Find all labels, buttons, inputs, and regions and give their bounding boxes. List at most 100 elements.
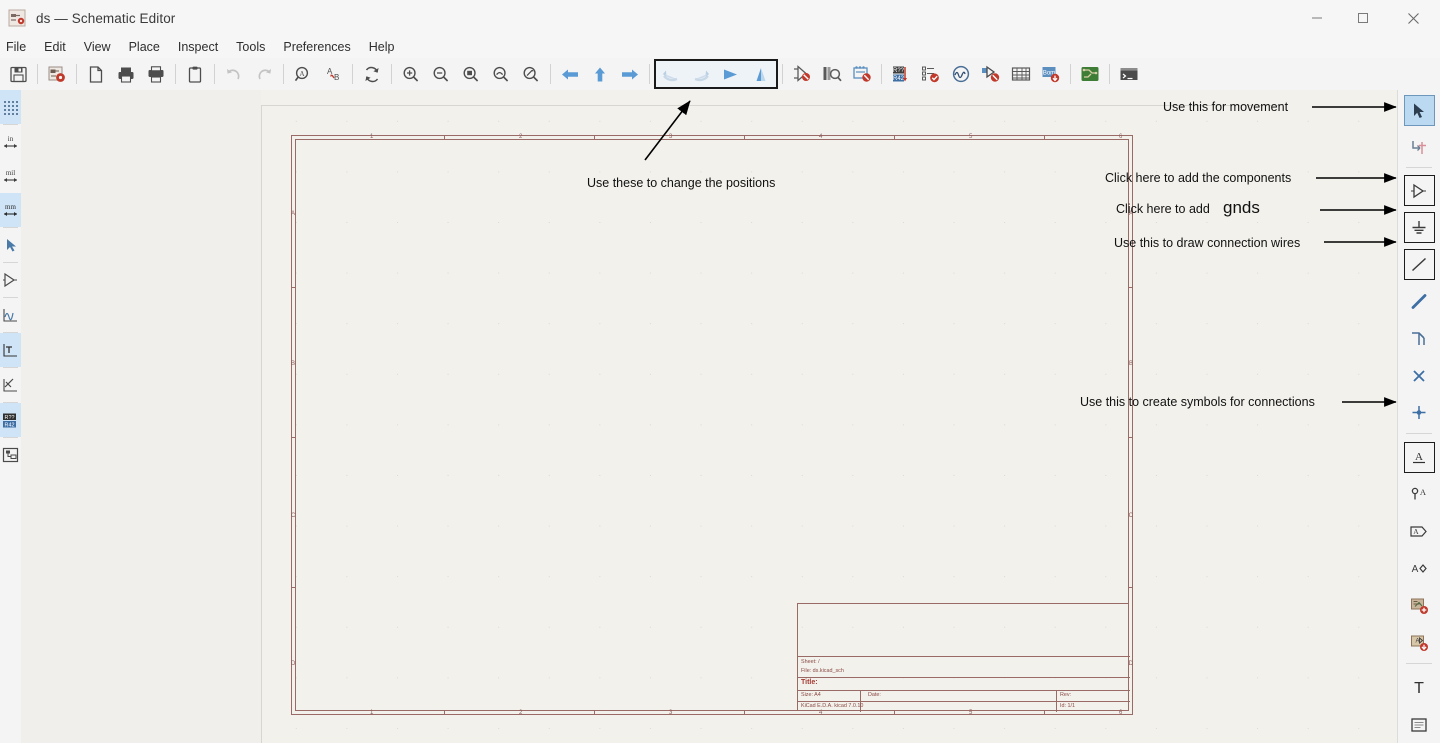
symbol-fields-table-icon[interactable] <box>1006 59 1036 89</box>
title-block-title: Title: <box>801 679 818 686</box>
hierarchy-navigator-icon[interactable] <box>0 438 21 472</box>
hierarchy-panel <box>21 90 261 743</box>
svg-text:R42: R42 <box>893 76 905 82</box>
net-label-icon[interactable]: A <box>1403 442 1435 473</box>
rotate-counterclockwise-icon[interactable] <box>656 59 686 89</box>
hidden-pins-icon[interactable] <box>0 263 21 297</box>
mirror-vertically-icon[interactable] <box>746 59 776 89</box>
print-icon[interactable] <box>111 59 141 89</box>
diagonal-wires-icon[interactable] <box>0 368 21 402</box>
title-block-divider <box>798 701 1130 702</box>
annotate-bus-icon[interactable] <box>0 333 21 367</box>
free-angle-wires-icon[interactable] <box>0 298 21 332</box>
zoom-area-icon[interactable] <box>516 59 546 89</box>
no-connect-flag-icon[interactable] <box>1404 360 1435 391</box>
highlight-net-icon[interactable] <box>1404 132 1435 163</box>
add-symbol-icon[interactable] <box>1403 175 1435 206</box>
menu-preferences[interactable]: Preferences <box>274 38 359 56</box>
window-controls <box>1294 0 1440 36</box>
zoom-out-icon[interactable] <box>426 59 456 89</box>
units-millimeters-icon[interactable]: mm <box>0 193 21 227</box>
title-block-rev: Rev: <box>1060 692 1072 698</box>
junction-icon[interactable] <box>1404 397 1435 428</box>
navigate-back-icon[interactable] <box>555 59 585 89</box>
refresh-icon[interactable] <box>357 59 387 89</box>
units-mils-icon[interactable]: mil <box>0 159 21 193</box>
schematic-setup-icon[interactable] <box>42 59 72 89</box>
generate-bom-icon[interactable]: Bom <box>1036 59 1066 89</box>
navigate-forward-icon[interactable] <box>615 59 645 89</box>
menu-place[interactable]: Place <box>120 38 169 56</box>
import-sheet-pin-icon[interactable]: A <box>1404 627 1435 658</box>
toolbar-separator <box>649 64 650 84</box>
paste-icon[interactable] <box>180 59 210 89</box>
undo-icon[interactable] <box>219 59 249 89</box>
border-tick <box>1129 587 1133 588</box>
border-tick <box>1129 287 1133 288</box>
page-settings-icon[interactable] <box>81 59 111 89</box>
border-tick <box>744 135 745 139</box>
wire-to-bus-entry-icon[interactable] <box>1404 323 1435 354</box>
border-tick <box>1129 437 1133 438</box>
annotate-schematic-icon[interactable] <box>847 59 877 89</box>
rotate-clockwise-icon[interactable] <box>686 59 716 89</box>
add-textbox-icon[interactable] <box>1404 709 1435 740</box>
save-icon[interactable] <box>3 59 33 89</box>
menu-inspect[interactable]: Inspect <box>169 38 227 56</box>
plot-icon[interactable] <box>141 59 171 89</box>
menu-edit[interactable]: Edit <box>35 38 75 56</box>
svg-text:A: A <box>1413 527 1419 536</box>
title-block-kicad: KiCad E.D.A. kicad 7.0.10 <box>801 703 864 709</box>
menu-bar: File Edit View Place Inspect Tools Prefe… <box>0 36 1440 59</box>
app-icon <box>8 9 26 27</box>
navigate-up-icon[interactable] <box>585 59 615 89</box>
zoom-in-icon[interactable] <box>396 59 426 89</box>
minimize-button[interactable] <box>1294 0 1340 36</box>
svg-text:R??: R?? <box>5 414 15 420</box>
symbol-library-browser-icon[interactable] <box>817 59 847 89</box>
toolbar-separator <box>391 64 392 84</box>
toolbar-separator <box>175 64 176 84</box>
menu-file[interactable]: File <box>0 38 35 56</box>
title-block-id: Id: 1/1 <box>1060 703 1075 709</box>
border-col-3: 3 <box>669 134 673 140</box>
net-class-directive-icon[interactable]: A <box>1404 479 1435 510</box>
mirror-horizontally-icon[interactable] <box>716 59 746 89</box>
find-icon[interactable]: A <box>288 59 318 89</box>
scripting-console-icon[interactable] <box>1114 59 1144 89</box>
zoom-fit-objects-icon[interactable] <box>486 59 516 89</box>
hierarchical-label-icon[interactable]: A <box>1404 553 1435 584</box>
maximize-button[interactable] <box>1340 0 1386 36</box>
open-pcb-editor-icon[interactable] <box>1075 59 1105 89</box>
menu-tools[interactable]: Tools <box>227 38 274 56</box>
menu-view[interactable]: View <box>75 38 120 56</box>
selection-tool-icon[interactable] <box>1403 95 1435 126</box>
toggle-grid-icon[interactable] <box>0 90 21 124</box>
svg-text:R42: R42 <box>5 422 15 428</box>
global-label-icon[interactable]: A <box>1404 516 1435 547</box>
rename-refs-icon[interactable]: R?? R42 <box>0 403 21 437</box>
draw-bus-icon[interactable] <box>1404 286 1435 317</box>
border-tick <box>444 135 445 139</box>
svg-text:A: A <box>299 70 304 78</box>
add-text-icon[interactable]: T <box>1404 672 1435 703</box>
assign-footprints-icon[interactable] <box>976 59 1006 89</box>
border-row-c: C <box>291 513 296 519</box>
simulator-icon[interactable] <box>946 59 976 89</box>
title-bar: ds — Schematic Editor <box>0 0 1440 37</box>
add-power-port-icon[interactable] <box>1403 212 1435 243</box>
rename-references-icon[interactable]: R?? R42 <box>886 59 916 89</box>
redo-icon[interactable] <box>249 59 279 89</box>
find-replace-icon[interactable]: A B <box>318 59 348 89</box>
erc-icon[interactable] <box>916 59 946 89</box>
zoom-fit-page-icon[interactable] <box>456 59 486 89</box>
add-hierarchical-sheet-icon[interactable] <box>1404 590 1435 621</box>
units-inches-icon[interactable]: in <box>0 125 21 159</box>
close-button[interactable] <box>1386 0 1440 36</box>
draw-wires-icon[interactable] <box>1403 249 1435 280</box>
menu-help[interactable]: Help <box>360 38 404 56</box>
schematic-canvas[interactable]: 1 2 3 4 5 6 1 2 3 4 5 6 A B C D A B C D <box>261 90 1398 743</box>
symbol-editor-icon[interactable] <box>787 59 817 89</box>
border-tick <box>1044 135 1045 139</box>
cursor-full-screen-icon[interactable] <box>0 228 21 262</box>
